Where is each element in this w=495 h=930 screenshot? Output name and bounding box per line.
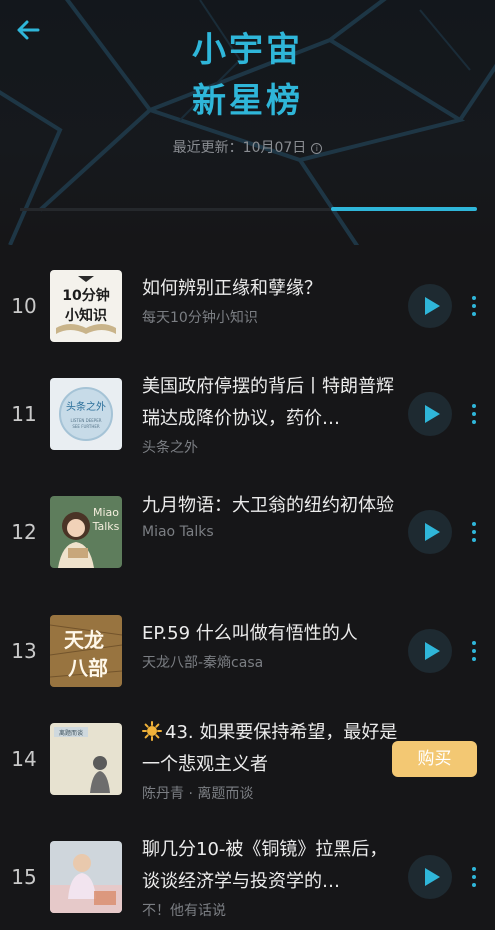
play-icon — [425, 297, 440, 315]
episode-title[interactable]: EP.59 什么叫做有悟性的人 — [142, 618, 398, 650]
podcast-cover[interactable]: 天龙 八部 — [50, 615, 122, 687]
rank-number: 14 — [11, 747, 37, 771]
podcast-cover[interactable]: 10分钟 小知识 — [50, 270, 122, 342]
play-button[interactable] — [408, 510, 452, 554]
sun-icon — [142, 721, 162, 741]
more-vertical-icon — [466, 296, 482, 316]
cover-tagline2: SEE FURTHER — [72, 424, 100, 429]
podcast-cover[interactable] — [50, 841, 122, 913]
list-item[interactable]: 13 天龙 八部 EP.59 什么叫做有悟性的人 天龙八部-秦熵casa — [0, 596, 495, 706]
episode-title[interactable]: 美国政府停摆的背后丨特朗普辉瑞达成降价协议，药价… — [142, 371, 398, 435]
cover-title-line2: Talks — [92, 520, 120, 533]
tab-indicator-active[interactable] — [331, 207, 477, 211]
rank-number: 15 — [11, 865, 37, 889]
cover-title-line1: 天龙 — [64, 628, 104, 652]
list-item[interactable]: 10 10分钟 小知识 如何辨别正缘和孽缘？ 每天10分钟小知识 — [0, 251, 495, 361]
podcast-cover[interactable]: 头条之外 LISTEN DEEPER SEE FURTHER — [50, 378, 122, 450]
buy-button[interactable]: 购买 — [392, 741, 477, 777]
info-circle-icon[interactable]: i — [311, 143, 323, 154]
item-text: 如何辨别正缘和孽缘？ 每天10分钟小知识 — [142, 273, 398, 327]
podcast-name[interactable]: 头条之外 — [142, 437, 398, 457]
rank-number: 13 — [11, 639, 37, 663]
more-vertical-icon — [466, 867, 482, 887]
more-options-button[interactable] — [466, 520, 482, 544]
header: 小宇宙 新星榜 最近更新：10月07日 i — [0, 0, 495, 245]
list-item[interactable]: 14 离题而谈 43. 如果要保持希望，最好是一个悲观主义者 陈丹青 · 离题而… — [0, 704, 495, 814]
item-text: EP.59 什么叫做有悟性的人 天龙八部-秦熵casa — [142, 618, 398, 672]
cover-image: Miao Talks — [50, 496, 122, 568]
more-vertical-icon — [466, 522, 482, 542]
more-options-button[interactable] — [466, 294, 482, 318]
list-item[interactable]: 11 头条之外 LISTEN DEEPER SEE FURTHER 美国政府停摆… — [0, 359, 495, 469]
cover-image — [50, 841, 122, 913]
rank-number: 10 — [11, 294, 37, 318]
cover-image: 天龙 八部 — [50, 615, 122, 687]
more-vertical-icon — [466, 641, 482, 661]
last-updated: 最近更新：10月07日 i — [0, 137, 495, 157]
episode-title-text: 43. 如果要保持希望，最好是一个悲观主义者 — [142, 722, 398, 775]
play-icon — [425, 405, 440, 423]
cover-title-line2: 小知识 — [65, 307, 107, 324]
cover-title-line1: Miao — [93, 506, 119, 519]
rank-number: 11 — [11, 402, 37, 426]
cover-title: 离题而谈 — [59, 729, 83, 737]
podcast-name[interactable]: Miao Talks — [142, 524, 398, 540]
list-item[interactable]: 12 Miao Talks 九月物语：大卫翁的纽约初体验 Miao Talks — [0, 477, 495, 587]
podcast-name[interactable]: 天龙八部-秦熵casa — [142, 652, 398, 672]
episode-title[interactable]: 如何辨别正缘和孽缘？ — [142, 273, 398, 305]
podcast-cover[interactable]: 离题而谈 — [50, 723, 122, 795]
more-options-button[interactable] — [466, 402, 482, 426]
cover-image: 10分钟 小知识 — [50, 270, 122, 342]
play-button[interactable] — [408, 284, 452, 328]
list-item[interactable]: 15 聊几分10-被《铜镜》拉黑后，谈谈经济学与投资学的… 不！他有话说 — [0, 822, 495, 930]
page-title-line2: 新星榜 — [192, 81, 303, 121]
more-vertical-icon — [466, 404, 482, 424]
episode-title[interactable]: 九月物语：大卫翁的纽约初体验 — [142, 490, 398, 522]
page-title-line1: 小宇宙 — [192, 30, 303, 70]
cover-image: 离题而谈 — [50, 723, 122, 795]
podcast-cover[interactable]: Miao Talks — [50, 496, 122, 568]
last-updated-text: 最近更新：10月07日 — [172, 140, 307, 156]
more-options-button[interactable] — [466, 639, 482, 663]
item-text: 43. 如果要保持希望，最好是一个悲观主义者 陈丹青 · 离题而谈 — [142, 717, 398, 803]
episode-title[interactable]: 聊几分10-被《铜镜》拉黑后，谈谈经济学与投资学的… — [142, 834, 398, 898]
podcast-name[interactable]: 不！他有话说 — [142, 900, 398, 920]
item-text: 美国政府停摆的背后丨特朗普辉瑞达成降价协议，药价… 头条之外 — [142, 371, 398, 457]
play-button[interactable] — [408, 392, 452, 436]
rank-number: 12 — [11, 520, 37, 544]
episode-title[interactable]: 43. 如果要保持希望，最好是一个悲观主义者 — [142, 717, 398, 781]
cover-title-line2: 八部 — [68, 656, 108, 680]
item-text: 九月物语：大卫翁的纽约初体验 Miao Talks — [142, 490, 398, 540]
cover-title: 头条之外 — [66, 400, 106, 413]
cover-image: 头条之外 LISTEN DEEPER SEE FURTHER — [50, 378, 122, 450]
cover-title-line1: 10分钟 — [62, 287, 109, 304]
play-icon — [425, 523, 440, 541]
item-text: 聊几分10-被《铜镜》拉黑后，谈谈经济学与投资学的… 不！他有话说 — [142, 834, 398, 920]
podcast-name[interactable]: 陈丹青 · 离题而谈 — [142, 783, 398, 803]
cover-tagline1: LISTEN DEEPER — [70, 418, 101, 423]
play-icon — [425, 868, 440, 886]
podcast-name[interactable]: 每天10分钟小知识 — [142, 307, 398, 327]
play-button[interactable] — [408, 629, 452, 673]
play-icon — [425, 642, 440, 660]
play-button[interactable] — [408, 855, 452, 899]
more-options-button[interactable] — [466, 865, 482, 889]
